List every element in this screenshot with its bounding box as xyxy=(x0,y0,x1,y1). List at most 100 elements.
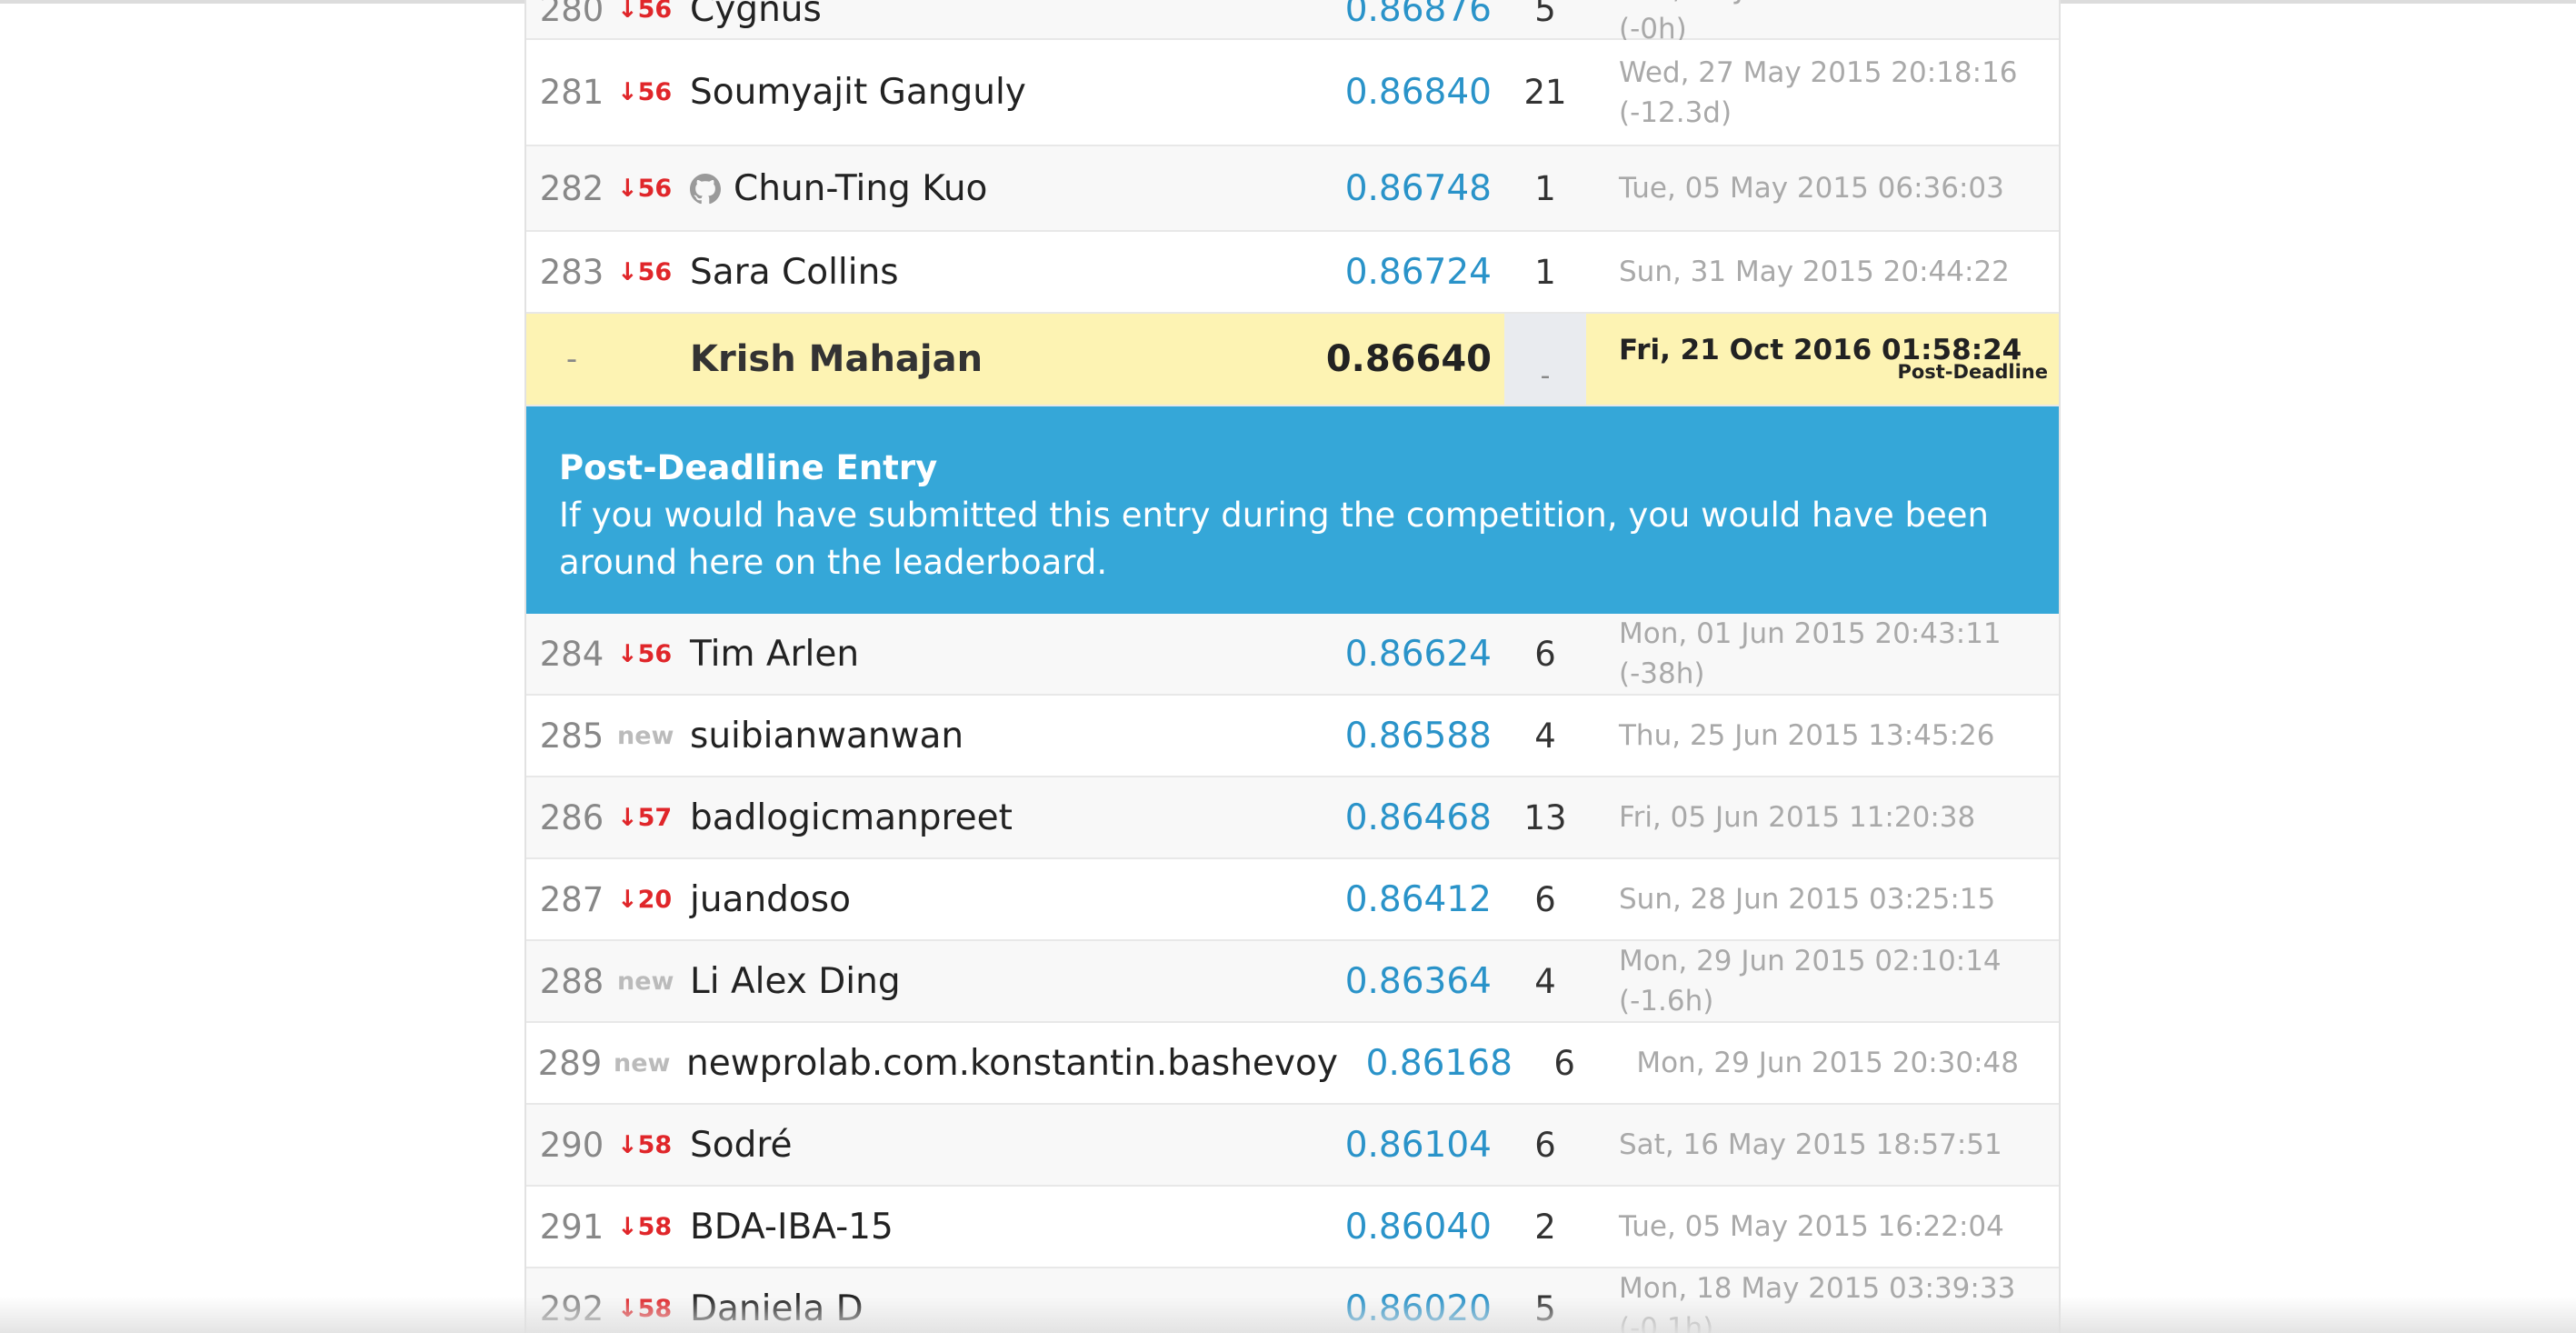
row-score[interactable]: 0.86748 xyxy=(1310,168,1504,209)
banner-text: If you would have submitted this entry d… xyxy=(559,496,1989,582)
row-last-submission: Mon, 29 Jun 2015 20:30:48 xyxy=(1636,1047,2019,1079)
row-rank: 280 xyxy=(539,0,604,29)
row-team-name[interactable]: badlogicmanpreet xyxy=(690,797,1013,838)
leaderboard-row: 284 ↓56 Tim Arlen 0.86624 6 Mon, 01 Jun 2015 … xyxy=(526,614,2059,696)
row-team-name[interactable]: suibianwanwan xyxy=(690,716,964,757)
row-team-name[interactable]: Sara Collins xyxy=(690,252,899,293)
row-score[interactable]: 0.86412 xyxy=(1310,879,1504,920)
row-team[interactable]: newprolab.com.konstantin.bashevoy xyxy=(668,1043,1338,1084)
row-team[interactable]: Sodré xyxy=(672,1125,1310,1166)
row-rank: 289 xyxy=(537,1043,603,1083)
row-entries: 21 xyxy=(1523,73,1567,112)
row-last-submission: Tue, 05 May 2015 16:22:04 xyxy=(1619,1210,2004,1243)
row-rank: 286 xyxy=(539,797,604,837)
row-score[interactable]: 0.86724 xyxy=(1310,252,1504,293)
leaderboard-row: 287 ↓20 juandoso 0.86412 6 Sun, 28 Jun 2015 0… xyxy=(526,859,2059,941)
row-entries: 4 xyxy=(1534,716,1556,756)
post-deadline-banner: Post-Deadline Entry If you would have su… xyxy=(526,406,2059,614)
row-last-submission: Thu, 25 Jun 2015 13:45:26 xyxy=(1619,719,1995,752)
row-rank-change: new xyxy=(614,1048,671,1077)
row-last-submission: Mon, 01 Jun 2015 20:43:11 (-38h) xyxy=(1619,617,2002,690)
leaderboard-row: 286 ↓57 badlogicmanpreet 0.86468 13 Fri, 05 J… xyxy=(526,777,2059,859)
row-rank-change: new xyxy=(617,721,674,750)
self-entry-row: - Krish Mahajan 0.86640 - Fri, 21 Oct 20… xyxy=(526,314,2059,406)
row-entries: 5 xyxy=(1534,0,1556,29)
row-score[interactable]: 0.86168 xyxy=(1338,1043,1525,1084)
row-team[interactable]: suibianwanwan xyxy=(672,716,1310,757)
row-rank-change: ↓58 xyxy=(617,1212,673,1241)
github-icon[interactable] xyxy=(690,173,721,205)
row-team-name[interactable]: Li Alex Ding xyxy=(690,961,901,1002)
leaderboard-row: 291 ↓58 BDA-IBA-15 0.86040 2 Tue, 05 May 2015… xyxy=(526,1187,2059,1268)
row-rank-change: ↓58 xyxy=(617,1130,673,1159)
row-entries: 1 xyxy=(1534,252,1556,292)
row-team[interactable]: BDA-IBA-15 xyxy=(672,1207,1310,1248)
row-entries: 4 xyxy=(1534,961,1556,1001)
banner-title: Post-Deadline Entry xyxy=(559,448,938,487)
row-team-name[interactable]: newprolab.com.konstantin.bashevoy xyxy=(686,1043,1338,1084)
row-team[interactable]: badlogicmanpreet xyxy=(672,797,1310,838)
row-rank-change: ↓56 xyxy=(617,639,673,668)
row-team-name[interactable]: Sodré xyxy=(690,1125,793,1166)
self-score: 0.86640 xyxy=(1325,338,1492,380)
rows-before-self: 280↓56Cygnus0.868765Sun, 21 Jun 2015 16:… xyxy=(526,0,2059,314)
leaderboard-row: 289 new newprolab.com.konstantin.bashevoy 0… xyxy=(526,1023,2059,1105)
leaderboard-row: 281 ↓56 Soumyajit Ganguly 0.86840 21 Wed, 27 … xyxy=(526,40,2059,146)
leaderboard-row: 280↓56Cygnus0.868765Sun, 21 Jun 2015 16:… xyxy=(526,0,2059,45)
self-team-name[interactable]: Krish Mahajan xyxy=(672,314,1310,405)
rows-after-self: 284 ↓56 Tim Arlen 0.86624 6 Mon, 01 Jun 2015 … xyxy=(526,614,2059,1333)
row-rank-change: ↓57 xyxy=(617,803,673,832)
row-score[interactable]: 0.86588 xyxy=(1310,716,1504,757)
row-rank: 290 xyxy=(539,1125,604,1165)
row-entries: 6 xyxy=(1534,634,1556,674)
row-score[interactable]: 0.86876 xyxy=(1310,0,1504,30)
row-last-submission: Tue, 05 May 2015 06:36:03 xyxy=(1619,172,2004,205)
row-rank: 285 xyxy=(539,716,604,756)
leaderboard-table: 280↓56Cygnus0.868765Sun, 21 Jun 2015 16:… xyxy=(524,0,2061,1333)
row-team-name[interactable]: Cygnus xyxy=(690,0,822,30)
row-team[interactable]: Sara Collins xyxy=(672,252,1310,293)
row-rank: 283 xyxy=(539,252,604,292)
row-rank-change: ↓56 xyxy=(617,174,673,203)
row-team-name[interactable]: juandoso xyxy=(690,879,851,920)
row-rank: 288 xyxy=(539,961,604,1001)
row-entries: 2 xyxy=(1534,1207,1556,1247)
row-score[interactable]: 0.86104 xyxy=(1310,1125,1504,1166)
row-team[interactable]: Soumyajit Ganguly xyxy=(672,72,1310,113)
row-team[interactable]: Cygnus xyxy=(672,0,1310,30)
leaderboard-row: 283 ↓56 Sara Collins 0.86724 1 Sun, 31 May 20… xyxy=(526,232,2059,314)
row-rank-change: new xyxy=(617,967,674,996)
row-team[interactable]: Tim Arlen xyxy=(672,634,1310,675)
row-rank-change: ↓56 xyxy=(617,78,673,106)
row-entries: 6 xyxy=(1553,1043,1575,1083)
row-team-name[interactable]: Tim Arlen xyxy=(690,634,859,675)
row-score[interactable]: 0.86624 xyxy=(1310,634,1504,675)
row-rank-change: ↓56 xyxy=(617,257,673,286)
row-last-submission: Sat, 16 May 2015 18:57:51 xyxy=(1619,1128,2002,1161)
self-delta xyxy=(617,314,672,405)
row-last-submission: Sun, 31 May 2015 20:44:22 xyxy=(1619,256,2010,288)
row-rank-change: ↓56 xyxy=(617,0,673,24)
row-rank: 291 xyxy=(539,1207,604,1247)
row-team-name[interactable]: Chun-Ting Kuo xyxy=(734,168,987,209)
row-team-name[interactable]: BDA-IBA-15 xyxy=(690,1207,894,1248)
leaderboard-row: 288 new Li Alex Ding 0.86364 4 Mon, 29 Jun 20… xyxy=(526,941,2059,1023)
row-team[interactable]: Chun-Ting Kuo xyxy=(672,168,1310,209)
row-score[interactable]: 0.86040 xyxy=(1310,1207,1504,1248)
row-team-name[interactable]: Soumyajit Ganguly xyxy=(690,72,1026,113)
row-score[interactable]: 0.86364 xyxy=(1310,961,1504,1002)
row-entries: 13 xyxy=(1523,797,1567,837)
bottom-scroll-shadow xyxy=(0,1297,2576,1333)
row-entries: 6 xyxy=(1534,879,1556,919)
row-last-submission: Mon, 29 Jun 2015 02:10:14 (-1.6h) xyxy=(1619,945,2002,1017)
leaderboard-row: 285 new suibianwanwan 0.86588 4 Thu, 25 Jun 2… xyxy=(526,696,2059,777)
row-score[interactable]: 0.86468 xyxy=(1310,797,1504,838)
row-team[interactable]: juandoso xyxy=(672,879,1310,920)
post-deadline-tag: Post-Deadline xyxy=(1897,361,2048,383)
row-rank-change: ↓20 xyxy=(617,885,673,914)
self-entries: - xyxy=(1504,314,1586,405)
row-last-submission: Wed, 27 May 2015 20:18:16 (-12.3d) xyxy=(1619,55,2018,129)
row-score[interactable]: 0.86840 xyxy=(1310,72,1504,113)
row-rank: 282 xyxy=(539,168,604,208)
row-team[interactable]: Li Alex Ding xyxy=(672,961,1310,1002)
